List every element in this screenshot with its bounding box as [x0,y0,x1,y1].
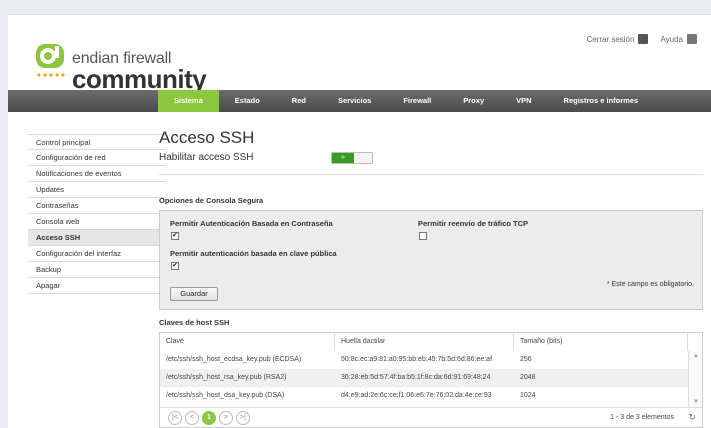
scroll-down-icon[interactable]: ▼ [693,399,699,405]
help-icon[interactable] [687,34,697,44]
nav-item-registros-e-informes[interactable]: Registros e informes [548,90,655,112]
prev-page-button[interactable]: < [185,411,199,425]
nav-item-servicios[interactable]: Servicios [322,90,387,112]
logout-icon[interactable] [638,34,649,44]
console-options-panel: Permitir Autenticación Basada en Contras… [159,210,703,310]
endian-logo[interactable]: endian firewall community [32,38,207,94]
toggle-on-indicator: » [332,153,354,163]
save-button[interactable]: Guardar [170,287,218,301]
cell-size: 1024 [520,392,536,399]
pager: |< < 1 > >| 1 - 3 de 3 elementos ↻ [160,407,702,427]
nav-item-proxy[interactable]: Proxy [447,90,500,112]
nav-item-firewall[interactable]: Firewall [387,90,447,112]
sidebar-item-8[interactable]: Backup [28,262,166,278]
refresh-icon[interactable]: ↻ [688,412,696,423]
host-keys-table: Clave Huella dactilar Tamaño (bits) /etc… [159,332,703,428]
tcp-forward-checkbox[interactable] [419,232,427,240]
main-navbar: Sistema Estado Red Servicios Firewall Proxy VP… [8,90,711,112]
header-fingerprint[interactable]: Huella dactilar [335,333,514,351]
table-row[interactable]: /etc/ssh/ssh_host_dsa_key.pub (DSA) d4:e… [160,387,688,405]
cell-size: 2048 [520,374,536,381]
enable-ssh-toggle[interactable]: » [331,152,373,164]
table-scrollbar[interactable]: ▲ ▼ [688,351,702,407]
nav-item-red[interactable]: Red [276,90,322,112]
logo-badge-icon [36,44,64,68]
last-page-button[interactable]: >| [236,411,250,425]
table-header: Clave Huella dactilar Tamaño (bits) [160,333,688,351]
next-page-button[interactable]: > [219,411,233,425]
sidebar-item-2[interactable]: Notificaciones de eventos [28,166,166,182]
enable-ssh-label: Habilitar acceso SSH [159,152,254,163]
sidebar-item-9[interactable]: Apagar [28,278,166,294]
sidebar-item-1[interactable]: Configuración de red [28,150,166,166]
tcp-forward-label: Permitir reenvío de tráfico TCP [418,219,529,228]
nav-item-vpn[interactable]: VPN [500,90,547,112]
top-divider [8,14,711,15]
sidebar-item-5[interactable]: Consola web [28,214,166,230]
sidebar-item-7[interactable]: Configuración del interfaz [28,246,166,262]
nav-item-sistema[interactable]: Sistema [158,90,219,112]
cell-fingerprint: 36:28:eb:5d:57:4f:ba:b5:1f:8c:da:6d:91:6… [341,374,491,381]
page-1-button[interactable]: 1 [202,411,216,425]
header-size[interactable]: Tamaño (bits) [514,333,688,351]
help-link[interactable]: Ayuda [660,35,683,44]
sidebar-item-3[interactable]: Updates [28,182,166,198]
header-key[interactable]: Clave [160,333,335,351]
page-title: Acceso SSH [159,128,255,147]
password-auth-label: Permitir Autenticación Basada en Contras… [170,219,333,228]
nav-item-estado[interactable]: Estado [219,90,276,112]
first-page-button[interactable]: |< [168,411,182,425]
pager-info: 1 - 3 de 3 elementos [610,414,674,421]
nav-items: Sistema Estado Red Servicios Firewall Proxy VP… [158,90,654,112]
required-note: * Este campo es obligatorio. [606,281,694,288]
cell-size: 256 [520,356,532,363]
cell-fingerprint: d4:e9:ad:2e:6c:ce:f1:06:e6:7e:76:02:da:4… [341,392,492,399]
page: endian firewall community Cerrar sesión … [8,14,711,428]
top-links: Cerrar sesión Ayuda [586,34,705,44]
sidebar-item-6[interactable]: Acceso SSH [28,230,166,246]
cell-key: /etc/ssh/ssh_host_rsa_key.pub (RSA2) [166,374,287,381]
table-row[interactable]: /etc/ssh/ssh_host_ecdsa_key.pub (ECDSA) … [160,351,688,369]
pubkey-auth-label: Permitir autenticación basada en clave p… [170,249,337,258]
divider [159,174,703,175]
cell-key: /etc/ssh/ssh_host_dsa_key.pub (DSA) [166,392,285,399]
cell-fingerprint: 50:8c:ec:a9:81:a0:95:bb:eb:45:7b:5d:6d:8… [341,356,493,363]
console-section-title: Opciones de Consola Segura [159,196,264,205]
sidebar: Control principal Configuración de red Not… [28,134,166,294]
logo-dots-icon [36,72,66,78]
keys-section-title: Claves de host SSH [159,318,230,327]
cell-key: /etc/ssh/ssh_host_ecdsa_key.pub (ECDSA) [166,356,302,363]
logout-link[interactable]: Cerrar sesión [586,35,634,44]
sidebar-item-4[interactable]: Contraseñas [28,198,166,214]
pubkey-auth-checkbox[interactable]: ✔ [171,262,179,270]
sidebar-item-0[interactable]: Control principal [28,134,166,150]
table-row[interactable]: /etc/ssh/ssh_host_rsa_key.pub (RSA2) 36:… [160,369,688,387]
scroll-up-icon[interactable]: ▲ [693,353,699,359]
password-auth-checkbox[interactable]: ✔ [171,232,179,240]
